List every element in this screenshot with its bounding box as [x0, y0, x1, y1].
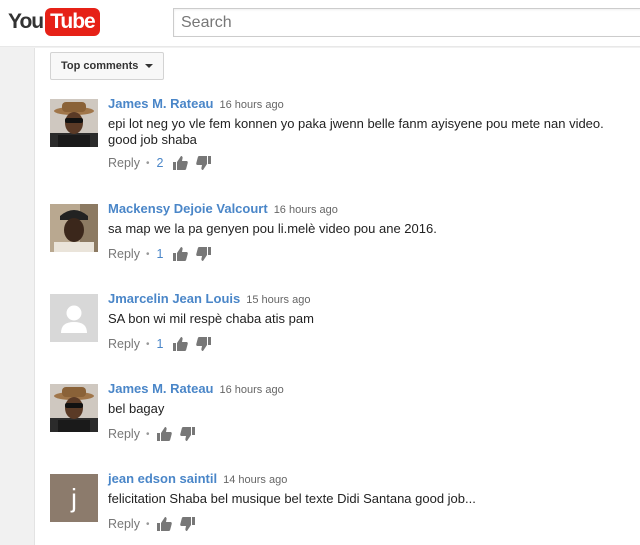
- avatar[interactable]: [50, 294, 98, 342]
- comment-item: Jmarcelin Jean Louis 15 hours ago SA bon…: [50, 291, 640, 374]
- top-bar: You Tube: [0, 0, 640, 47]
- comment-author[interactable]: Jmarcelin Jean Louis: [108, 291, 240, 306]
- separator-dot: •: [145, 157, 150, 169]
- reply-button[interactable]: Reply: [108, 156, 140, 170]
- separator-dot: •: [145, 338, 150, 350]
- sort-comments-button[interactable]: Top comments: [50, 52, 165, 80]
- comment-author[interactable]: James M. Rateau: [108, 96, 214, 111]
- separator-dot: •: [145, 248, 150, 260]
- thumbs-up-icon[interactable]: [156, 516, 173, 532]
- comment-item: j jean edson saintil 14 hours ago felici…: [50, 471, 640, 545]
- thumbs-up-icon[interactable]: [172, 155, 189, 171]
- comment-time[interactable]: 16 hours ago: [274, 204, 338, 216]
- sort-comments-label: Top comments: [61, 60, 139, 72]
- youtube-logo[interactable]: You Tube: [8, 8, 100, 36]
- reply-button[interactable]: Reply: [108, 247, 140, 261]
- thumbs-down-icon[interactable]: [196, 155, 212, 171]
- comment-time[interactable]: 16 hours ago: [220, 99, 284, 111]
- comment-item: James M. Rateau 16 hours ago epi lot neg…: [50, 96, 640, 179]
- avatar[interactable]: [50, 99, 98, 147]
- separator-dot: •: [145, 428, 150, 440]
- user-photo-icon: [50, 384, 98, 432]
- like-count: 2: [156, 156, 164, 170]
- thumbs-up-icon[interactable]: [172, 336, 189, 352]
- caret-down-icon: [145, 64, 154, 68]
- avatar[interactable]: [50, 204, 98, 252]
- comment-time[interactable]: 16 hours ago: [220, 384, 284, 396]
- comment-author[interactable]: James M. Rateau: [108, 381, 214, 396]
- reply-button[interactable]: Reply: [108, 337, 140, 351]
- comment-text: sa map we la pa genyen pou li.melè video…: [108, 221, 437, 236]
- comment-author[interactable]: jean edson saintil: [108, 471, 217, 486]
- comment-text: epi lot neg yo vle fem konnen yo paka jw…: [108, 116, 604, 147]
- comment-time[interactable]: 14 hours ago: [223, 474, 287, 486]
- search-box: [173, 8, 640, 37]
- like-count: 1: [156, 247, 164, 261]
- comment-text: felicitation Shaba bel musique bel texte…: [108, 491, 476, 506]
- logo-you-text: You: [8, 10, 44, 33]
- avatar[interactable]: j: [50, 474, 98, 522]
- logo-tube-text: Tube: [45, 8, 100, 36]
- thumbs-up-icon[interactable]: [156, 426, 173, 442]
- reply-button[interactable]: Reply: [108, 427, 140, 441]
- default-user-icon: [50, 294, 98, 342]
- comments-panel: Top comments James M. Rateau 16 hours ag…: [34, 48, 640, 545]
- avatar[interactable]: [50, 384, 98, 432]
- comment-time[interactable]: 15 hours ago: [246, 294, 310, 306]
- user-photo-icon: [50, 204, 98, 252]
- thumbs-up-icon[interactable]: [172, 246, 189, 262]
- thumbs-down-icon[interactable]: [196, 336, 212, 352]
- comment-text: SA bon wi mil respè chaba atis pam: [108, 311, 314, 326]
- separator-dot: •: [145, 518, 150, 530]
- user-photo-icon: [50, 99, 98, 147]
- thumbs-down-icon[interactable]: [180, 516, 196, 532]
- comment-author[interactable]: Mackensy Dejoie Valcourt: [108, 201, 268, 216]
- comment-item: James M. Rateau 16 hours ago bel bagay R…: [50, 381, 640, 464]
- comment-text: bel bagay: [108, 401, 165, 416]
- like-count: 1: [156, 337, 164, 351]
- thumbs-down-icon[interactable]: [180, 426, 196, 442]
- search-input[interactable]: [174, 9, 640, 36]
- reply-button[interactable]: Reply: [108, 517, 140, 531]
- comment-item: Mackensy Dejoie Valcourt 16 hours ago sa…: [50, 201, 640, 284]
- thumbs-down-icon[interactable]: [196, 246, 212, 262]
